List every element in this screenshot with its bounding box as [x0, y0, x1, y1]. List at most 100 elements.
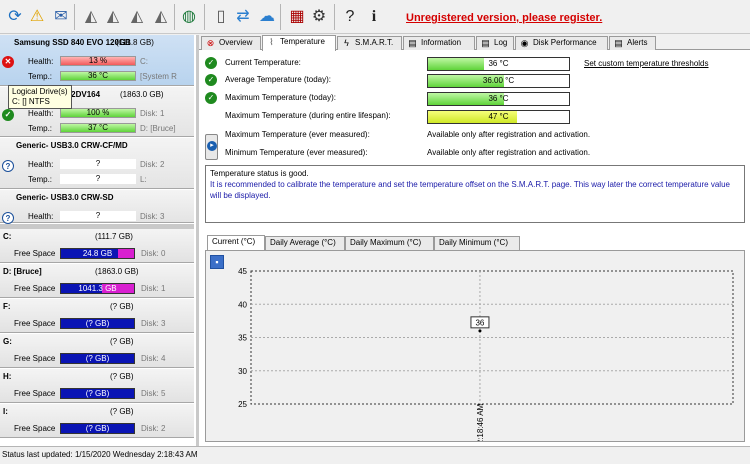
tab-temperature[interactable]: ⌇ Temperature — [262, 35, 336, 51]
chart-tab-daily-average[interactable]: Daily Average (°C) — [265, 236, 345, 250]
volume-item[interactable]: H: (? GB) Free Space (? GB) Disk: 5 — [0, 369, 194, 403]
disk-number: Disk: 2 — [140, 160, 165, 169]
tab-label: Information — [421, 38, 462, 47]
volume-item[interactable]: C: (111.7 GB) Free Space 24.8 GB Disk: 0 — [0, 229, 194, 263]
gear-icon[interactable]: ⚙ — [306, 4, 332, 30]
cloud-icon[interactable]: ☁ — [254, 4, 280, 30]
toolbar: ⟳ ⚠ ✉ ◭ ◭ ◭ ◭ ◍ ▯ ⇄ ☁ ▦ ⚙ ? i Unregister… — [0, 0, 750, 34]
volume-name: C: — [3, 232, 12, 241]
chart-tab-current[interactable]: Current (°C) — [207, 235, 265, 251]
y-tick-label: 35 — [238, 334, 247, 343]
volume-capacity: (? GB) — [110, 407, 134, 416]
logical-drive-tooltip: Logical Drive(s) C: [] NTFS — [8, 85, 72, 109]
volume-name: I: — [3, 407, 8, 416]
tab-smart[interactable]: ϟ S.M.A.R.T. — [337, 36, 402, 50]
hdd-check-icon[interactable]: ◭ — [124, 4, 150, 30]
free-space-bar: (? GB) — [60, 423, 135, 434]
globe-icon[interactable]: ◍ — [176, 4, 202, 30]
volume-capacity: (? GB) — [110, 372, 134, 381]
free-space-bar: (? GB) — [60, 318, 135, 329]
expand-button[interactable]: ▸ — [205, 134, 218, 160]
ever-max-label: Maximum Temperature (ever measured): — [225, 130, 370, 139]
temp-row-max-today: ✓ Maximum Temperature (today): 36 °C — [205, 92, 745, 106]
health-label: Health: — [28, 212, 54, 221]
volume-disk: Disk: 2 — [141, 424, 166, 433]
volume-label: [System R — [140, 72, 177, 81]
information-icon: ▤ — [408, 38, 417, 48]
health-value: ? — [95, 211, 101, 220]
free-space-value: 24.8 GB — [82, 249, 113, 258]
data-label: 36 — [475, 318, 484, 327]
free-space-label: Free Space — [14, 319, 56, 328]
calibration-hint-text: It is recommended to calibrate the tempe… — [210, 180, 730, 200]
temp-value: ? — [95, 174, 101, 183]
sync-icon[interactable]: ⇄ — [230, 4, 256, 30]
toolbar-separator — [204, 4, 205, 30]
volume-item[interactable]: G: (? GB) Free Space (? GB) Disk: 4 — [0, 334, 194, 368]
unknown-status-icon: ? — [2, 160, 14, 172]
custom-thresholds-link[interactable]: Set custom temperature thresholds — [584, 59, 709, 68]
temp-row-label: Average Temperature (today): — [225, 75, 331, 84]
health-value: ? — [95, 159, 101, 168]
tab-label: Overview — [219, 38, 253, 47]
temp-row-bar: 47 °C — [427, 110, 570, 124]
alert-icon[interactable]: ⚠ — [24, 4, 50, 30]
volume-capacity: (? GB) — [110, 337, 134, 346]
status-good-text: Temperature status is good. — [210, 169, 309, 178]
free-space-label: Free Space — [14, 354, 56, 363]
unknown-status-icon: ? — [2, 212, 14, 224]
y-tick-label: 30 — [238, 367, 247, 376]
volume-capacity: (1863.0 GB) — [95, 267, 139, 276]
tab-overview[interactable]: ⊗ Overview — [201, 36, 261, 50]
free-space-label: Free Space — [14, 284, 56, 293]
temp-row-value: 36.00 °C — [482, 76, 515, 85]
free-space-value: (? GB) — [85, 389, 110, 398]
hdd-tool-icon[interactable]: ◭ — [148, 4, 174, 30]
health-bar: 100 % — [60, 108, 136, 118]
tab-disk-performance[interactable]: ◉ Disk Performance — [515, 36, 608, 50]
free-space-value: (? GB) — [85, 354, 110, 363]
help-icon[interactable]: ? — [337, 4, 363, 30]
free-space-value: 1041.3 GB — [78, 284, 117, 293]
register-link[interactable]: Unregistered version, please register. — [406, 12, 602, 24]
drive-title: Samsung SSD 840 EVO 120GB — [14, 38, 131, 47]
chart-tab-daily-maximum[interactable]: Daily Maximum (°C) — [345, 236, 434, 250]
temperature-status-box: Temperature status is good. It is recomm… — [205, 165, 745, 223]
hdd-alert-icon[interactable]: ◭ — [100, 4, 126, 30]
health-label: Health: — [28, 109, 54, 118]
volume-label: L: — [140, 175, 147, 184]
tab-alerts[interactable]: ▤ Alerts — [609, 36, 656, 50]
y-tick-label: 40 — [238, 300, 247, 309]
drive-item[interactable]: Samsung SSD 840 EVO 120GB (111.8 GB) ✕ H… — [0, 35, 194, 86]
temp-row-value: 36 °C — [488, 59, 509, 68]
x-tick-label: 2:18:46 AM — [476, 403, 485, 441]
volume-item[interactable]: I: (? GB) Free Space (? GB) Disk: 2 — [0, 404, 194, 438]
temp-bar: ? — [60, 174, 136, 184]
temp-row-bar: 36.00 °C — [427, 74, 570, 88]
overview-icon: ⊗ — [206, 38, 215, 48]
volume-item[interactable]: D: [Bruce] (1863.0 GB) Free Space 1041.3… — [0, 264, 194, 298]
free-space-bar: (? GB) — [60, 388, 135, 399]
ever-min-value: Available only after registration and ac… — [427, 148, 591, 157]
ok-check-icon: ✓ — [205, 74, 217, 86]
volume-capacity: (? GB) — [110, 302, 134, 311]
ever-min-label: Minimum Temperature (ever measured): — [225, 148, 368, 157]
info-icon[interactable]: i — [361, 4, 387, 30]
health-value: 100 % — [86, 108, 110, 117]
toolbar-separator — [174, 4, 175, 30]
data-point — [478, 329, 482, 333]
drive-item[interactable]: Generic- USB3.0 CRW-SD ? Health: ? Disk:… — [0, 190, 194, 224]
chart-tab-daily-minimum[interactable]: Daily Minimum (°C) — [434, 236, 520, 250]
temp-row-value: 36 °C — [488, 94, 509, 103]
free-space-label: Free Space — [14, 424, 56, 433]
disk-number: Disk: 3 — [140, 212, 165, 221]
temp-row-max-lifespan: Maximum Temperature (during entire lifes… — [205, 110, 745, 124]
volume-disk: Disk: 3 — [141, 319, 166, 328]
tab-information[interactable]: ▤ Information — [403, 36, 475, 50]
volume-item[interactable]: F: (? GB) Free Space (? GB) Disk: 3 — [0, 299, 194, 333]
tab-log[interactable]: ▤ Log — [476, 36, 514, 50]
volume-name: G: — [3, 337, 12, 346]
temp-row-label: Current Temperature: — [225, 58, 301, 67]
email-icon[interactable]: ✉ — [48, 4, 74, 30]
drive-item[interactable]: Generic- USB3.0 CRW-CF/MD ? Health: ? Di… — [0, 138, 194, 189]
